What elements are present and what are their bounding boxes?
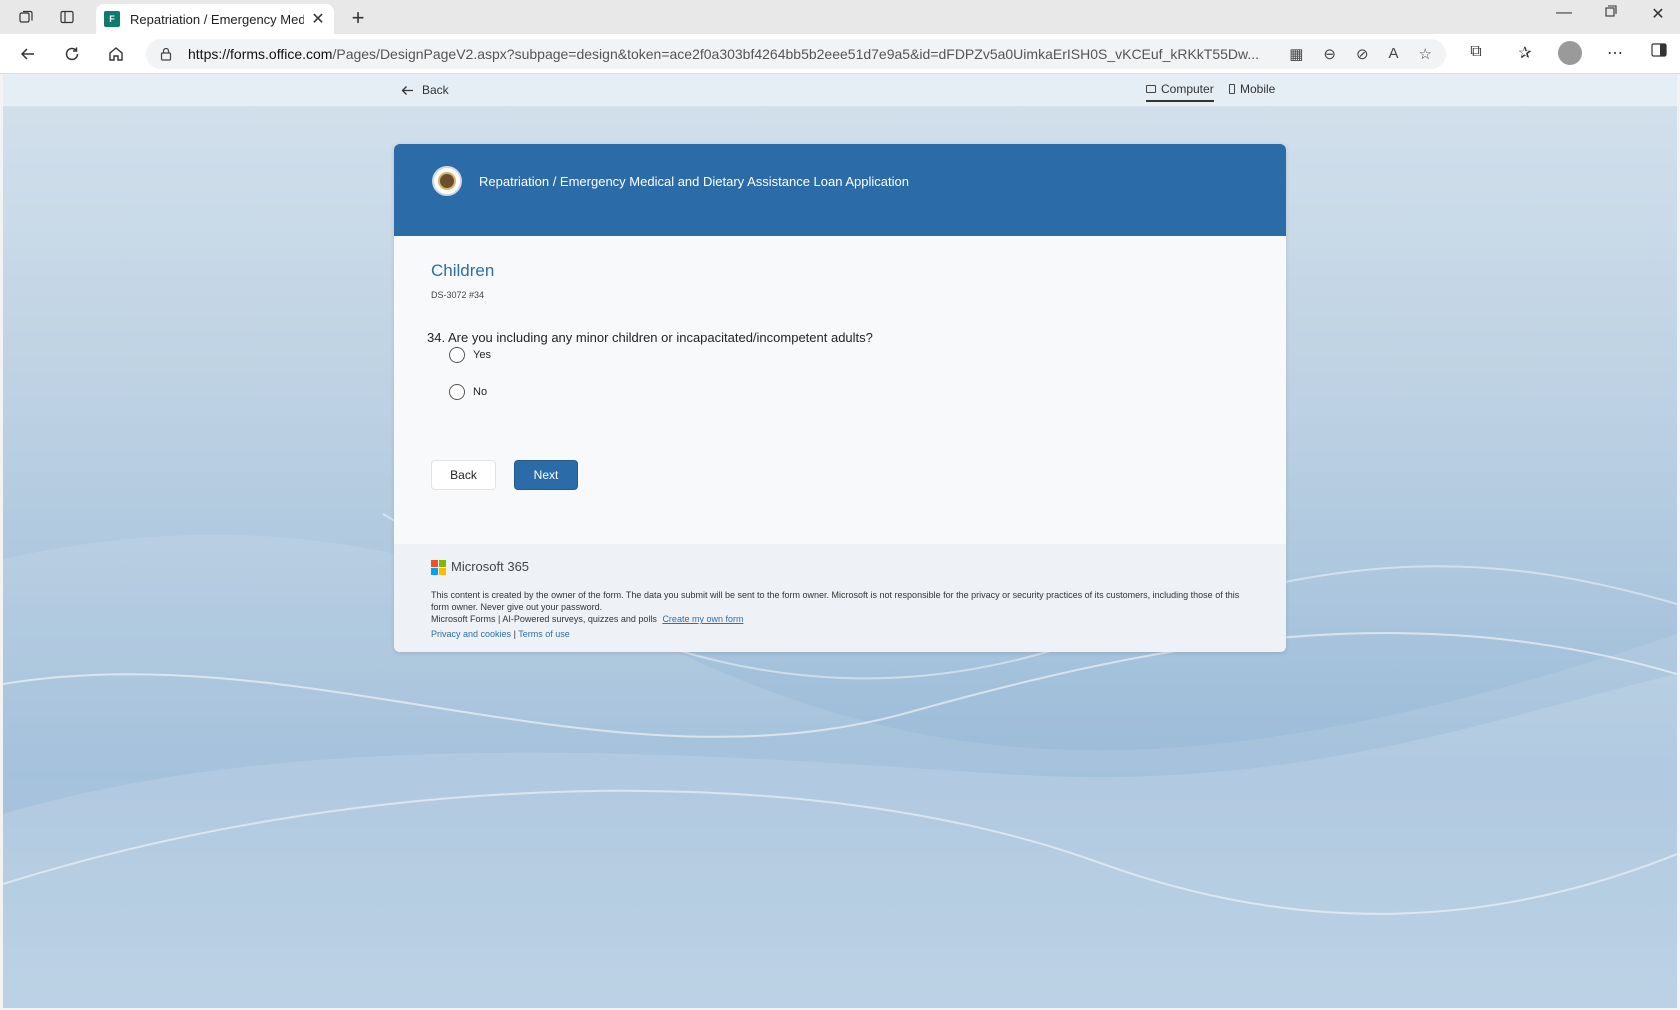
- state-department-seal-icon: [432, 166, 462, 196]
- tab-title: Repatriation / Emergency Medical and Die…: [130, 11, 304, 27]
- workspaces-icon[interactable]: [16, 7, 36, 27]
- forms-page: Back Computer Mobile Repatriation / Emer…: [3, 74, 1677, 1008]
- profile-avatar[interactable]: [1558, 41, 1582, 65]
- form-footer: Microsoft 365 This content is created by…: [394, 544, 1286, 652]
- form-title: Repatriation / Emergency Medical and Die…: [479, 174, 909, 189]
- section-subtitle: DS-3072 #34: [431, 290, 485, 300]
- terms-link[interactable]: Terms of use: [518, 629, 570, 639]
- app-available-icon[interactable]: ▦: [1289, 45, 1303, 63]
- favorites-icon[interactable]: ✰: [1513, 43, 1537, 63]
- question-number: 34.: [427, 330, 446, 345]
- new-tab-icon[interactable]: +: [346, 5, 370, 31]
- preview-back-link[interactable]: Back: [401, 83, 449, 97]
- privacy-link[interactable]: Privacy and cookies: [431, 629, 511, 639]
- back-button[interactable]: Back: [431, 460, 496, 490]
- legal-links: Privacy and cookies | Terms of use: [431, 629, 570, 639]
- form-banner: Repatriation / Emergency Medical and Die…: [394, 144, 1286, 236]
- close-window-icon[interactable]: ✕: [1643, 4, 1673, 24]
- option-yes-label: Yes: [473, 349, 491, 361]
- option-no-label: No: [473, 386, 488, 398]
- address-bar-row: https://forms.office.com/Pages/DesignPag…: [0, 34, 1680, 74]
- create-form-link[interactable]: Create my own form: [662, 614, 743, 624]
- microsoft-365-logo: Microsoft 365: [431, 559, 530, 575]
- question-34: 34. Are you including any minor children…: [427, 330, 873, 345]
- more-menu-icon[interactable]: ⋯: [1603, 43, 1627, 63]
- extensions-icon[interactable]: ⧉: [1464, 43, 1488, 61]
- arrow-left-icon: [401, 85, 413, 95]
- refresh-icon[interactable]: [60, 43, 84, 65]
- preview-toolbar: Back Computer Mobile: [3, 74, 1677, 107]
- url-bar[interactable]: https://forms.office.com/Pages/DesignPag…: [146, 39, 1446, 69]
- monitor-icon: [1146, 85, 1156, 93]
- disclaimer-text: This content is created by the owner of …: [431, 590, 1240, 612]
- lock-icon[interactable]: [160, 47, 174, 61]
- browser-tab-bar: F Repatriation / Emergency Medical and D…: [0, 0, 1680, 34]
- phone-icon: [1229, 84, 1235, 94]
- next-button[interactable]: Next: [514, 460, 578, 490]
- preview-back-label: Back: [422, 83, 449, 97]
- tracking-prevention-icon[interactable]: ⊘: [1356, 45, 1369, 63]
- zoom-out-icon[interactable]: ⊖: [1323, 45, 1336, 63]
- forms-favicon-icon: F: [104, 11, 120, 27]
- form-card: Repatriation / Emergency Medical and Die…: [394, 144, 1286, 652]
- microsoft-logo-icon: [431, 559, 446, 575]
- sidebar-toggle-icon[interactable]: [1647, 43, 1671, 62]
- link-separator: |: [513, 629, 516, 639]
- restore-icon[interactable]: [1596, 4, 1626, 22]
- minimize-icon[interactable]: —: [1549, 4, 1579, 22]
- forms-tagline: Microsoft Forms | AI-Powered surveys, qu…: [431, 614, 743, 624]
- url-text[interactable]: https://forms.office.com/Pages/DesignPag…: [188, 46, 1289, 62]
- computer-view-label: Computer: [1161, 82, 1214, 96]
- brand-label: Microsoft 365: [451, 559, 530, 574]
- radio-yes[interactable]: [449, 347, 465, 363]
- vertical-tabs-icon[interactable]: [57, 7, 77, 27]
- home-icon[interactable]: [104, 43, 128, 65]
- read-aloud-icon[interactable]: A: [1389, 45, 1399, 63]
- option-no[interactable]: No: [449, 384, 487, 400]
- mobile-view-label: Mobile: [1240, 82, 1276, 96]
- back-arrow-icon[interactable]: [16, 43, 40, 65]
- favorite-star-icon[interactable]: ☆: [1419, 45, 1432, 63]
- question-text: Are you including any minor children or …: [447, 330, 873, 345]
- option-yes[interactable]: Yes: [449, 347, 491, 363]
- tagline-text: Microsoft Forms | AI-Powered surveys, qu…: [431, 614, 657, 624]
- radio-no[interactable]: [449, 384, 465, 400]
- computer-view-toggle[interactable]: Computer: [1146, 82, 1214, 102]
- active-tab[interactable]: F Repatriation / Emergency Medical and D…: [96, 4, 334, 34]
- section-title: Children: [431, 261, 495, 280]
- mobile-view-toggle[interactable]: Mobile: [1229, 82, 1275, 100]
- close-tab-icon[interactable]: ✕: [310, 9, 326, 29]
